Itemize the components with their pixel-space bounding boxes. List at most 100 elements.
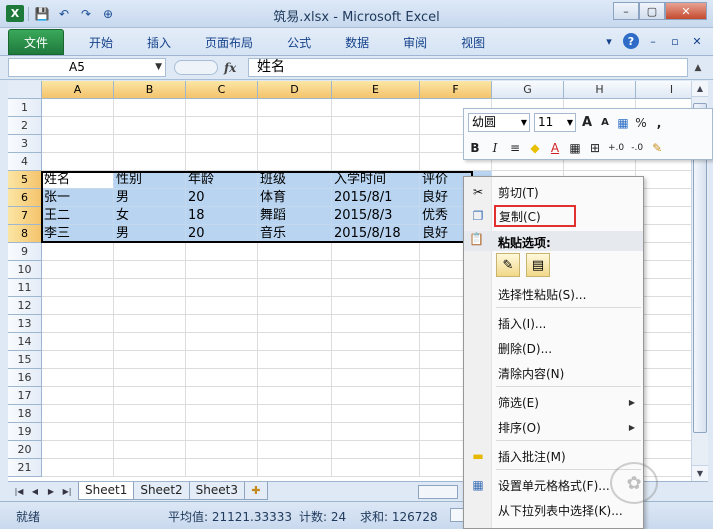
cell-E7[interactable]: 2015/8/3 — [332, 207, 420, 225]
cell-D18[interactable] — [258, 405, 332, 423]
cell-D10[interactable] — [258, 261, 332, 279]
insert-function-icon[interactable]: fx — [224, 61, 236, 75]
collapse-ribbon-icon[interactable]: ▾ — [601, 33, 617, 49]
cell-E13[interactable] — [332, 315, 420, 333]
row-header[interactable]: 14 — [8, 333, 42, 351]
cell-D3[interactable] — [258, 135, 332, 153]
column-header-H[interactable]: H — [564, 81, 636, 99]
customize-qat-icon[interactable]: ⊕ — [99, 5, 117, 22]
redo-icon[interactable]: ↷ — [77, 5, 95, 22]
cell-D11[interactable] — [258, 279, 332, 297]
shrink-font-icon[interactable]: A — [598, 114, 612, 132]
menu-item-copy[interactable]: 复制(C) — [494, 205, 576, 227]
menu-item-insert-comment[interactable]: ▬ 插入批注(M) — [464, 445, 643, 467]
cell-C19[interactable] — [186, 423, 258, 441]
cell-I8[interactable] — [636, 225, 691, 243]
cell-A13[interactable] — [42, 315, 114, 333]
menu-item-insert[interactable]: 插入(I)... — [464, 312, 643, 334]
cell-I7[interactable] — [636, 207, 691, 225]
cell-E10[interactable] — [332, 261, 420, 279]
cell-C14[interactable] — [186, 333, 258, 351]
tab-1[interactable]: 开始 — [72, 29, 130, 55]
cell-C7[interactable]: 18 — [186, 207, 258, 225]
cell-C13[interactable] — [186, 315, 258, 333]
cell-B14[interactable] — [114, 333, 186, 351]
cell-E17[interactable] — [332, 387, 420, 405]
cell-E4[interactable] — [332, 153, 420, 171]
comma-style-icon[interactable]: , — [652, 114, 666, 132]
tab-6[interactable]: 审阅 — [386, 29, 444, 55]
horizontal-scrollbar[interactable] — [418, 485, 458, 499]
cell-D17[interactable] — [258, 387, 332, 405]
cell-A17[interactable] — [42, 387, 114, 405]
column-header-F[interactable]: F — [420, 81, 492, 99]
row-header[interactable]: 9 — [8, 243, 42, 261]
cell-A21[interactable] — [42, 459, 114, 477]
format-painter-icon[interactable]: ✎ — [650, 139, 664, 157]
fill-color-icon[interactable]: ◆ — [528, 139, 542, 157]
cell-D7[interactable]: 舞蹈 — [258, 207, 332, 225]
insert-sheet-icon[interactable]: ✚ — [243, 482, 268, 500]
cell-B2[interactable] — [114, 117, 186, 135]
cell-B20[interactable] — [114, 441, 186, 459]
cell-D5[interactable]: 班级 — [258, 171, 332, 189]
cell-E11[interactable] — [332, 279, 420, 297]
row-header[interactable]: 4 — [8, 153, 42, 171]
cell-B15[interactable] — [114, 351, 186, 369]
last-sheet-icon[interactable]: ▶| — [60, 484, 74, 498]
tab-7[interactable]: 视图 — [444, 29, 502, 55]
cell-E1[interactable] — [332, 99, 420, 117]
font-size-select[interactable]: 11 ▼ — [534, 113, 576, 132]
cell-C16[interactable] — [186, 369, 258, 387]
cell-D6[interactable]: 体育 — [258, 189, 332, 207]
cell-A5[interactable]: 姓名 — [42, 171, 114, 189]
cell-I11[interactable] — [636, 279, 691, 297]
scroll-down-icon[interactable]: ▼ — [692, 465, 708, 481]
cell-B16[interactable] — [114, 369, 186, 387]
menu-item-cut[interactable]: ✂ 剪切(T) — [464, 181, 643, 203]
cell-I5[interactable] — [636, 171, 691, 189]
paste-formatting-icon[interactable]: ✎ — [496, 253, 520, 277]
tab-5[interactable]: 数据 — [328, 29, 386, 55]
paste-values-icon[interactable]: ▤ — [526, 253, 550, 277]
cell-I20[interactable] — [636, 441, 691, 459]
cell-C21[interactable] — [186, 459, 258, 477]
cell-B21[interactable] — [114, 459, 186, 477]
cell-D2[interactable] — [258, 117, 332, 135]
row-header[interactable]: 6 — [8, 189, 42, 207]
cell-A6[interactable]: 张一 — [42, 189, 114, 207]
row-header[interactable]: 11 — [8, 279, 42, 297]
column-header-D[interactable]: D — [258, 81, 332, 99]
cell-C17[interactable] — [186, 387, 258, 405]
cell-E9[interactable] — [332, 243, 420, 261]
maximize-button[interactable]: ▢ — [639, 2, 665, 20]
cell-B1[interactable] — [114, 99, 186, 117]
close-button[interactable]: ✕ — [665, 2, 707, 20]
grow-font-icon[interactable]: A — [580, 114, 594, 132]
column-header-C[interactable]: C — [186, 81, 258, 99]
percent-style-icon[interactable]: % — [634, 114, 648, 132]
tab-4[interactable]: 公式 — [270, 29, 328, 55]
first-sheet-icon[interactable]: |◀ — [12, 484, 26, 498]
column-header-G[interactable]: G — [492, 81, 564, 99]
cell-C1[interactable] — [186, 99, 258, 117]
menu-item-sort[interactable]: 排序(O) ▶ — [464, 416, 643, 438]
cell-I19[interactable] — [636, 423, 691, 441]
expand-formula-bar-icon[interactable]: ▲ — [690, 58, 706, 77]
cell-B8[interactable]: 男 — [114, 225, 186, 243]
workbook-minimize-icon[interactable]: – — [645, 33, 661, 49]
select-all-corner[interactable] — [8, 81, 42, 99]
cell-C6[interactable]: 20 — [186, 189, 258, 207]
row-header[interactable]: 5 — [8, 171, 42, 189]
cell-A14[interactable] — [42, 333, 114, 351]
row-header[interactable]: 20 — [8, 441, 42, 459]
row-header[interactable]: 13 — [8, 315, 42, 333]
name-box-dropdown-icon[interactable]: ▼ — [155, 59, 162, 76]
row-header[interactable]: 7 — [8, 207, 42, 225]
cell-I9[interactable] — [636, 243, 691, 261]
help-icon[interactable]: ? — [623, 33, 639, 49]
cell-C18[interactable] — [186, 405, 258, 423]
cell-E20[interactable] — [332, 441, 420, 459]
tab-2[interactable]: 插入 — [130, 29, 188, 55]
cell-B7[interactable]: 女 — [114, 207, 186, 225]
